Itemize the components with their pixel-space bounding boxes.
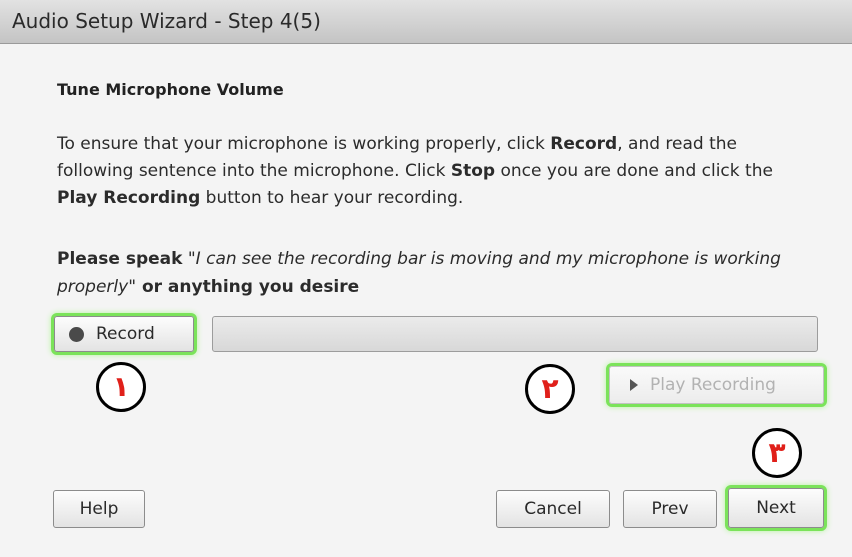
instructions-text-part: once you are done and click the bbox=[495, 161, 773, 181]
speak-prompt: Please speak "I can see the recording ba… bbox=[57, 245, 817, 301]
record-dot-icon bbox=[69, 326, 84, 342]
record-button[interactable]: Record bbox=[54, 316, 194, 352]
prev-button[interactable]: Prev bbox=[623, 490, 717, 528]
section-heading: Tune Microphone Volume bbox=[57, 80, 284, 99]
next-button[interactable]: Next bbox=[728, 488, 824, 528]
play-recording-button[interactable]: Play Recording bbox=[609, 366, 824, 404]
step-marker-2: ٢ bbox=[525, 364, 575, 414]
speak-label: Please speak bbox=[57, 249, 183, 269]
window-title: Audio Setup Wizard - Step 4(5) bbox=[12, 9, 321, 33]
stop-keyword: Stop bbox=[450, 161, 496, 181]
play-recording-keyword: Play Recording bbox=[57, 188, 201, 208]
step-marker-1: ١ bbox=[96, 362, 146, 412]
step-marker-3: ٣ bbox=[752, 428, 802, 478]
play-icon bbox=[630, 379, 638, 391]
instructions-text-part: button to hear your recording. bbox=[200, 188, 464, 208]
cancel-button[interactable]: Cancel bbox=[496, 490, 610, 528]
help-button[interactable]: Help bbox=[53, 490, 145, 528]
title-bar: Audio Setup Wizard - Step 4(5) bbox=[0, 0, 852, 44]
instructions-text-part: To ensure that your microphone is workin… bbox=[57, 134, 551, 154]
record-button-label: Record bbox=[96, 324, 155, 344]
play-recording-label: Play Recording bbox=[650, 375, 776, 395]
speak-suffix: or anything you desire bbox=[136, 277, 360, 297]
record-keyword: Record bbox=[550, 134, 618, 154]
instructions-text: To ensure that your microphone is workin… bbox=[57, 131, 817, 212]
recording-level-bar bbox=[212, 316, 818, 352]
